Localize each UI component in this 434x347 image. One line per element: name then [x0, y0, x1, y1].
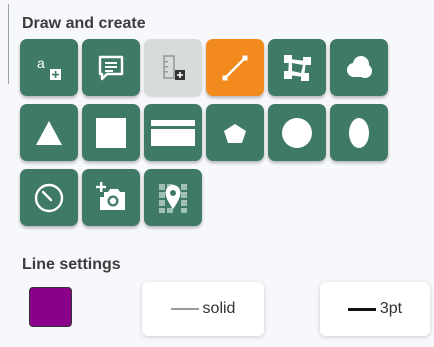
vertex-square-icon: [284, 54, 311, 81]
ruler-add-icon: [163, 54, 185, 80]
triangle-icon: [36, 120, 62, 145]
comment-tool-button[interactable]: [82, 39, 140, 96]
draw-and-create-heading: Draw and create: [22, 15, 146, 32]
line-width-preview: [347, 307, 376, 311]
panel-left-rule: [8, 4, 9, 84]
wide-rectangle-tool-button[interactable]: [144, 104, 202, 161]
solid-line-preview: [170, 308, 199, 310]
triangle-tool-button[interactable]: [20, 104, 78, 161]
pentagon-tool-button[interactable]: [206, 104, 264, 161]
add-photo-tool-button[interactable]: [82, 169, 140, 226]
line-icon: [222, 55, 248, 80]
gauge-tool-button[interactable]: [20, 169, 78, 226]
text-add-icon: a: [37, 55, 61, 80]
ellipse-icon: [349, 117, 369, 148]
line-settings-heading: Line settings: [22, 256, 121, 273]
cloud-tool-button[interactable]: [330, 39, 388, 96]
text-tool-button[interactable]: a: [20, 39, 78, 96]
map-pin-icon: [159, 183, 187, 213]
square-tool-button[interactable]: [82, 104, 140, 161]
line-color-swatch[interactable]: [29, 287, 72, 327]
map-pin-tool-button[interactable]: [144, 169, 202, 226]
square-icon: [96, 117, 126, 148]
pentagon-icon: [224, 123, 246, 143]
comment-icon: [98, 55, 124, 80]
wide-rectangle-icon: [151, 119, 195, 146]
circle-icon: [282, 117, 312, 148]
circle-tool-button[interactable]: [268, 104, 326, 161]
line-style-button[interactable]: solid: [142, 282, 264, 336]
line-width-button[interactable]: 3pt: [320, 282, 430, 336]
line-tool-button[interactable]: [206, 39, 264, 96]
add-photo-icon: [96, 181, 125, 210]
rectangle-handles-tool-button[interactable]: [268, 39, 326, 96]
text-tool-label: a: [37, 55, 45, 71]
ellipse-tool-button[interactable]: [330, 104, 388, 161]
line-width-label: 3pt: [379, 300, 403, 317]
ruler-tool-button[interactable]: [144, 39, 202, 96]
cloud-icon: [347, 55, 372, 78]
line-style-label: solid: [202, 300, 236, 317]
gauge-icon: [34, 183, 64, 212]
